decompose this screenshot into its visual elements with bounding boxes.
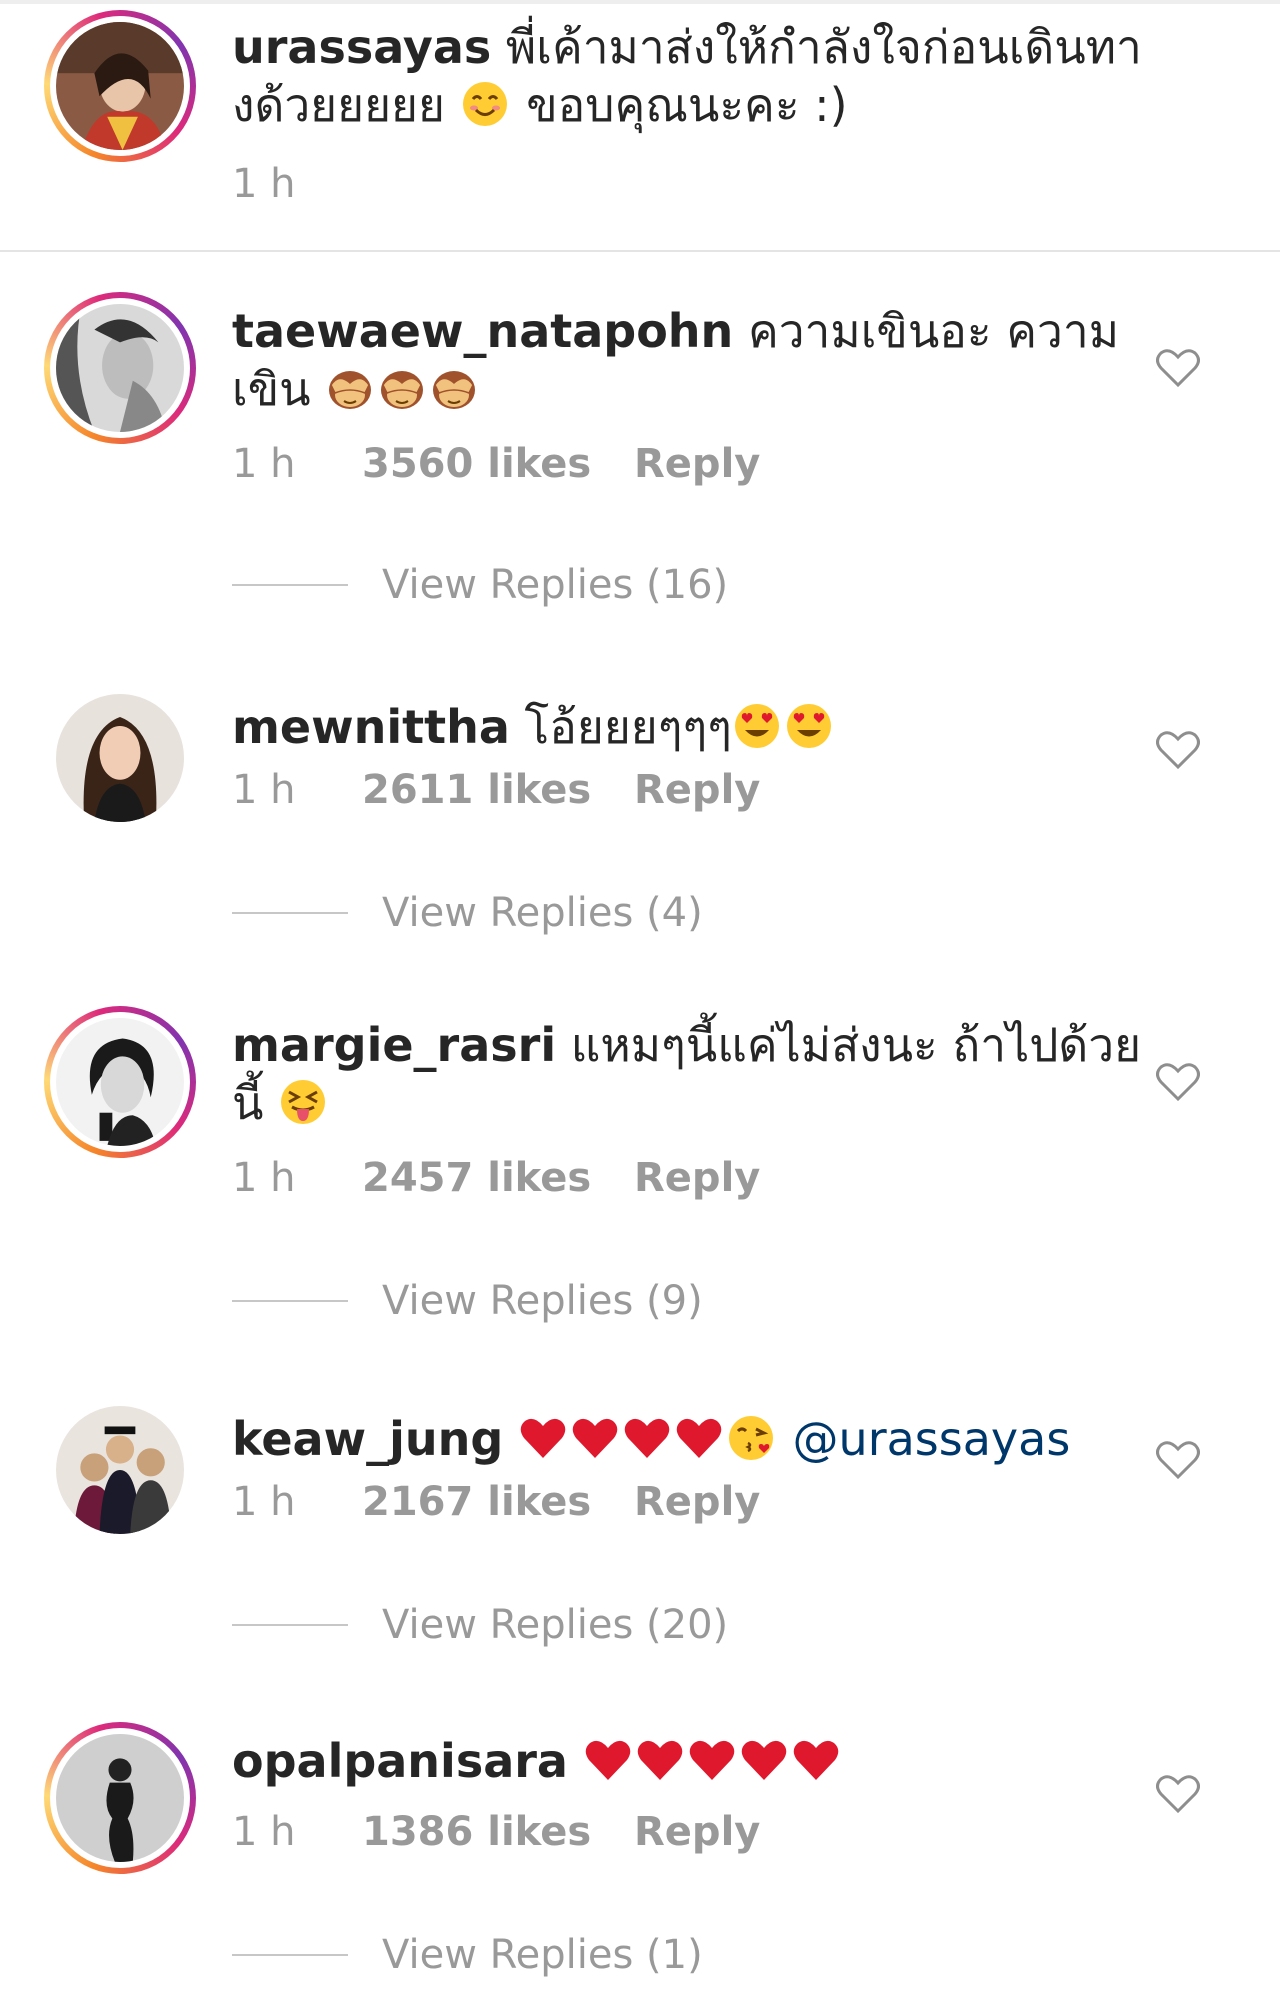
comment-meta: 1 h 1386 likes Reply (232, 1808, 760, 1856)
view-replies-line (232, 912, 348, 914)
comment-text-line2: เขิน (232, 362, 311, 416)
like-heart-icon[interactable] (1156, 1440, 1200, 1480)
red-heart-icon (583, 1735, 633, 1785)
comment-time: 1 h (232, 1809, 296, 1855)
smiling-face-icon (460, 79, 510, 129)
comment-avatar[interactable] (44, 1006, 196, 1158)
see-no-evil-monkey-icon (377, 363, 427, 413)
comment-meta: 1 h 3560 likes Reply (232, 440, 760, 488)
caption-avatar[interactable] (44, 10, 196, 162)
comment-time: 1 h (232, 1155, 296, 1201)
caption-meta: 1 h (232, 160, 362, 208)
likes-count[interactable]: 3560 likes (362, 440, 634, 488)
caption-text-line1: พี่เค้ามาส่งให้กำลังใจก่อนเดินทา (505, 20, 1142, 74)
face-blowing-kiss-icon (726, 1413, 776, 1463)
view-replies-button[interactable]: View Replies (1) (232, 1930, 703, 1980)
comment-username[interactable]: opalpanisara (232, 1734, 568, 1788)
likes-count[interactable]: 2611 likes (362, 766, 634, 814)
comment-text: ความเขินอะ ความ (747, 304, 1120, 358)
avatar (56, 1734, 184, 1862)
red-heart-icon (570, 1413, 620, 1463)
like-heart-icon[interactable] (1156, 348, 1200, 388)
view-replies-line (232, 584, 348, 586)
see-no-evil-monkey-icon (429, 363, 479, 413)
view-replies-label: View Replies (4) (382, 890, 703, 936)
reply-button[interactable]: Reply (634, 1808, 760, 1856)
like-heart-icon[interactable] (1156, 1774, 1200, 1814)
caption-text-line2a: งด้วยยยยย (232, 78, 445, 132)
like-heart-icon[interactable] (1156, 730, 1200, 770)
likes-count[interactable]: 2167 likes (362, 1478, 634, 1526)
view-replies-button[interactable]: View Replies (9) (232, 1276, 703, 1326)
reply-button[interactable]: Reply (634, 1478, 760, 1526)
avatar (56, 1406, 184, 1534)
comment-avatar[interactable] (56, 694, 184, 822)
reply-button[interactable]: Reply (634, 766, 760, 814)
avatar (56, 694, 184, 822)
view-replies-button[interactable]: View Replies (16) (232, 560, 728, 610)
comment-text: โอ้ยยยๆๆๆ (524, 700, 732, 754)
comments-page: urassayas พี่เค้ามาส่งให้กำลังใจก่อนเดิน… (0, 0, 1280, 2001)
red-heart-icon (635, 1735, 685, 1785)
view-replies-button[interactable]: View Replies (4) (232, 888, 703, 938)
comment-meta: 1 h 2167 likes Reply (232, 1478, 760, 1526)
view-replies-label: View Replies (20) (382, 1602, 729, 1648)
comment-username[interactable]: keaw_jung (232, 1412, 503, 1466)
heart-eyes-face-icon (732, 701, 782, 751)
view-replies-line (232, 1954, 348, 1956)
post-caption: urassayas พี่เค้ามาส่งให้กำลังใจก่อนเดิน… (0, 4, 1280, 252)
squinting-tongue-face-icon (278, 1077, 328, 1127)
comment-username[interactable]: mewnittha (232, 700, 510, 754)
reply-button[interactable]: Reply (634, 440, 760, 488)
comment-time: 1 h (232, 1479, 296, 1525)
red-heart-icon (739, 1735, 789, 1785)
comment-text-line2: นี้ (232, 1076, 264, 1130)
red-heart-icon (687, 1735, 737, 1785)
reply-button[interactable]: Reply (634, 1154, 760, 1202)
likes-count[interactable]: 2457 likes (362, 1154, 634, 1202)
comment-time: 1 h (232, 767, 296, 813)
comment-text: แหมๆนี้แค่ไม่ส่งนะ ถ้าไปด้วย (570, 1018, 1142, 1072)
caption-time: 1 h (232, 161, 296, 207)
view-replies-label: View Replies (16) (382, 562, 729, 608)
comment-meta: 1 h 2457 likes Reply (232, 1154, 760, 1202)
view-replies-label: View Replies (9) (382, 1278, 703, 1324)
comment-avatar[interactable] (56, 1406, 184, 1534)
comment-username[interactable]: margie_rasri (232, 1018, 556, 1072)
view-replies-line (232, 1300, 348, 1302)
caption-text-line2b: ขอบคุณนะคะ :) (526, 78, 848, 132)
view-replies-line (232, 1624, 348, 1626)
caption-username[interactable]: urassayas (232, 20, 491, 74)
comment-time: 1 h (232, 441, 296, 487)
comment-username[interactable]: taewaew_natapohn (232, 304, 733, 358)
red-heart-icon (674, 1413, 724, 1463)
likes-count[interactable]: 1386 likes (362, 1808, 634, 1856)
avatar (56, 304, 184, 432)
like-heart-icon[interactable] (1156, 1062, 1200, 1102)
avatar (56, 22, 184, 150)
comment-meta: 1 h 2611 likes Reply (232, 766, 760, 814)
comment-mention-link[interactable]: @urassayas (793, 1412, 1071, 1466)
see-no-evil-monkey-icon (325, 363, 375, 413)
red-heart-icon (791, 1735, 841, 1785)
comment-avatar[interactable] (44, 1722, 196, 1874)
heart-eyes-face-icon (784, 701, 834, 751)
comment-avatar[interactable] (44, 292, 196, 444)
view-replies-label: View Replies (1) (382, 1932, 703, 1978)
red-heart-icon (622, 1413, 672, 1463)
view-replies-button[interactable]: View Replies (20) (232, 1600, 728, 1650)
red-heart-icon (518, 1413, 568, 1463)
avatar (56, 1018, 184, 1146)
